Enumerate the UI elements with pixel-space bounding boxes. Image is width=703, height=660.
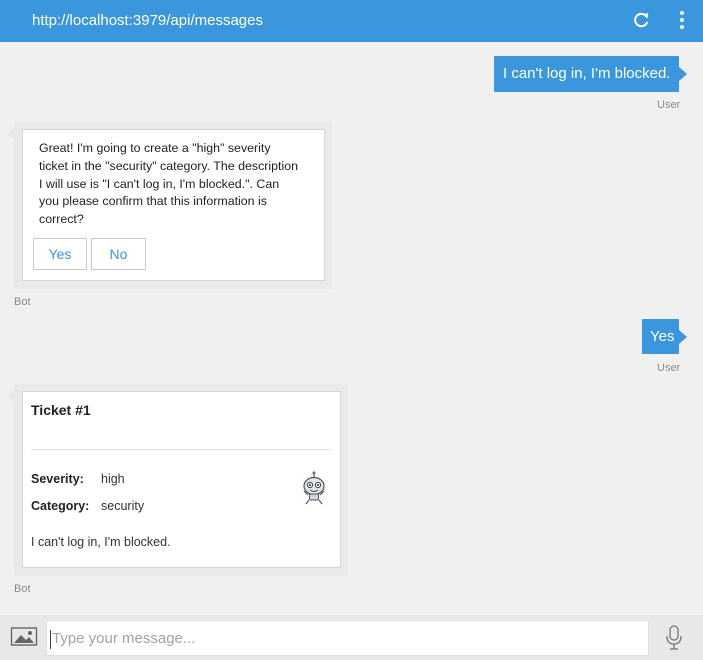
image-upload-icon[interactable] bbox=[10, 626, 38, 648]
title-bar: http://localhost:3979/api/messages bbox=[0, 0, 703, 42]
category-label: Category: bbox=[31, 499, 90, 513]
ticket-title: Ticket #1 bbox=[31, 402, 91, 418]
no-button[interactable]: No bbox=[91, 238, 146, 270]
message-input[interactable] bbox=[52, 621, 642, 655]
chat-history[interactable]: I can't log in, I'm blocked. User Great!… bbox=[0, 42, 703, 615]
hero-card: Great! I'm going to create a "high" seve… bbox=[22, 129, 325, 281]
message-sender: User bbox=[657, 99, 681, 111]
message-text: Yes bbox=[650, 328, 675, 345]
ticket-description: I can't log in, I'm blocked. bbox=[31, 535, 171, 549]
message-sender: User bbox=[657, 362, 681, 374]
ticket-card: Ticket #1 Severity: high Category: secur… bbox=[22, 391, 341, 568]
yes-button[interactable]: Yes bbox=[33, 238, 87, 270]
message-composer bbox=[0, 615, 703, 660]
message-input-field[interactable] bbox=[46, 620, 649, 656]
user-message: Yes bbox=[642, 319, 687, 354]
bot-message: Great! I'm going to create a "high" seve… bbox=[7, 122, 332, 289]
more-vertical-icon[interactable] bbox=[672, 9, 692, 31]
message-text: I can't log in, I'm blocked. bbox=[503, 65, 671, 82]
window-url: http://localhost:3979/api/messages bbox=[32, 12, 263, 29]
bot-message: Ticket #1 Severity: high Category: secur… bbox=[7, 384, 348, 576]
card-divider bbox=[31, 449, 331, 450]
user-message: I can't log in, I'm blocked. bbox=[494, 56, 687, 92]
severity-value: high bbox=[101, 472, 125, 486]
refresh-icon[interactable] bbox=[630, 9, 652, 31]
microphone-icon[interactable] bbox=[662, 623, 686, 653]
message-sender: Bot bbox=[14, 296, 31, 308]
text-caret bbox=[50, 630, 51, 649]
robot-icon bbox=[303, 471, 325, 505]
message-text: Great! I'm going to create a "high" seve… bbox=[39, 141, 299, 227]
message-sender: Bot bbox=[14, 583, 31, 595]
category-value: security bbox=[101, 499, 145, 513]
severity-label: Severity: bbox=[31, 472, 84, 486]
